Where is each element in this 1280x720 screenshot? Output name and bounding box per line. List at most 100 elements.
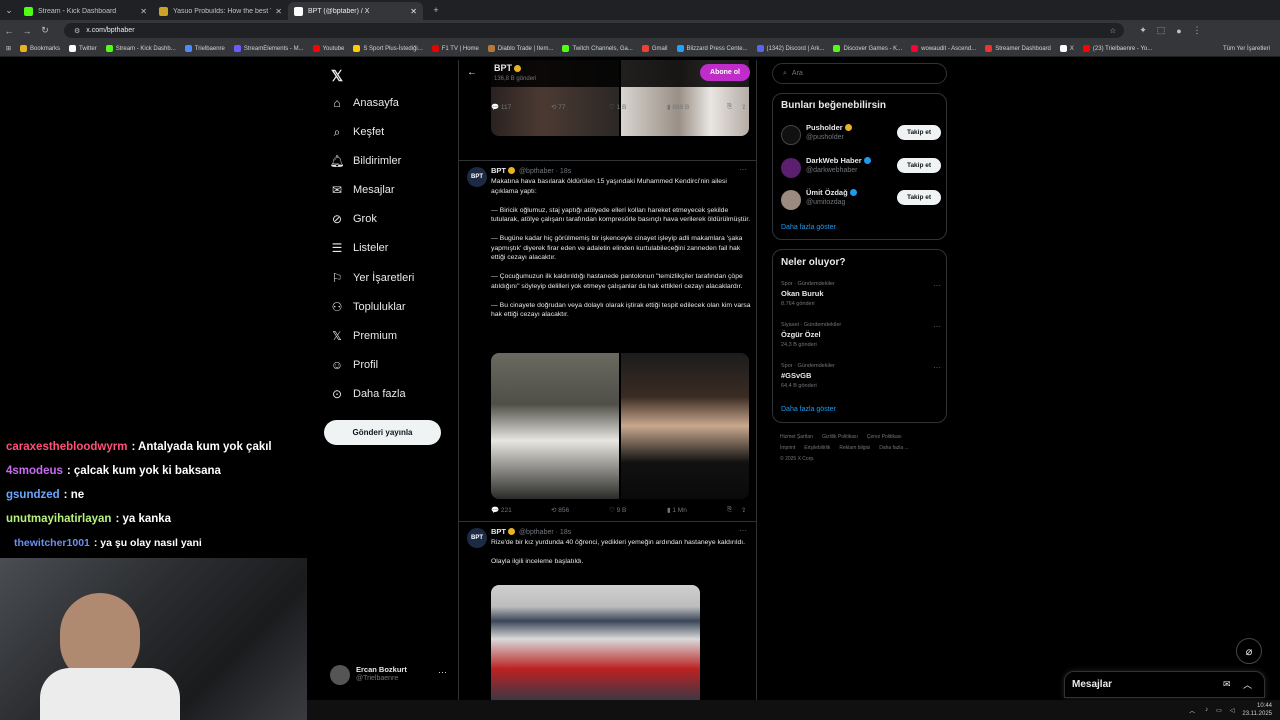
tweet[interactable]: BPT BPT @bpthaber · 18s ··· Makatına hav…	[459, 160, 756, 520]
share-icon[interactable]: ⇪	[741, 506, 746, 514]
nav-item-9[interactable]: ☺ Profil	[330, 358, 378, 372]
trend-item[interactable]: Siyaset · Gündemdekiler Özgür Özel 24,3 …	[781, 322, 941, 348]
tray-chevron-icon[interactable]: ︿	[1189, 706, 1195, 715]
views-action[interactable]: ▮ 899 B	[667, 103, 727, 112]
nav-item-0[interactable]: ⌂ Anasayfa	[330, 96, 399, 110]
timestamp[interactable]: · 18s	[556, 529, 572, 536]
trend-item[interactable]: Spor · Gündemdekiler Okan Buruk 8.764 gö…	[781, 281, 941, 307]
search-input[interactable]: ⌕ Ara	[772, 63, 947, 84]
views-action[interactable]: ▮ 1 Mn	[667, 506, 727, 515]
footer-link[interactable]: Reklam bilgisi	[839, 445, 870, 451]
site-info-icon[interactable]: ⚙	[74, 27, 80, 35]
suggestion-item[interactable]: Pusholder @pusholder Takip et	[781, 122, 941, 150]
show-more-link[interactable]: Daha fazla göster	[781, 224, 836, 231]
bookmark-item[interactable]: (1342) Discord | Ark...	[756, 45, 824, 52]
footer-link[interactable]: İmprint	[780, 445, 795, 451]
bookmark-item[interactable]: Discover Games - K...	[833, 45, 902, 52]
tweet-media[interactable]	[491, 353, 749, 499]
bookmark-item[interactable]: Twitter	[69, 45, 97, 52]
nav-item-6[interactable]: ⚐ Yer İşaretleri	[330, 271, 415, 285]
tweet[interactable]: BPT BPT @bpthaber · 18s ··· Rize'de bir …	[459, 521, 756, 700]
bookmark-item[interactable]: wowaudit - Ascend...	[911, 45, 976, 52]
bookmark-item[interactable]: Youtube	[312, 45, 344, 52]
clock[interactable]: 10:44 23.11.2025	[1242, 702, 1272, 718]
reply-action[interactable]: 💬 117	[491, 103, 551, 112]
tweet-media[interactable]	[491, 585, 700, 700]
follow-button[interactable]: Takip et	[897, 190, 941, 205]
follow-button[interactable]: Takip et	[897, 158, 941, 173]
avatar[interactable]: BPT	[467, 167, 487, 187]
bookmark-item[interactable]: Streamer Dashboard	[985, 45, 1051, 52]
bookmark-item[interactable]: F1 TV | Home	[431, 45, 479, 52]
trend-item[interactable]: Spor · Gündemdekiler #GSvGB 64,4 B gönde…	[781, 363, 941, 389]
footer-link[interactable]: Gizlilik Politikası	[822, 434, 858, 440]
like-action[interactable]: ♡ 9 B	[609, 506, 667, 515]
suggestion-item[interactable]: Ümit Özdağ @umitozdag Takip et	[781, 187, 941, 215]
extensions-puzzle-icon[interactable]: ⬚	[1152, 25, 1170, 36]
microphone-icon[interactable]: ♪	[1205, 707, 1208, 713]
apps-icon[interactable]: ⊞	[6, 45, 11, 52]
footer-link[interactable]: Daha fazla ...	[879, 445, 908, 451]
grok-icon[interactable]: ⌀	[1236, 638, 1262, 664]
more-dots-icon[interactable]: ···	[933, 281, 941, 290]
bookmark-item[interactable]: StreamElements - M...	[233, 45, 304, 52]
show-more-link[interactable]: Daha fazla göster	[781, 406, 836, 413]
timestamp[interactable]: · 18s	[556, 168, 572, 175]
new-tab-icon[interactable]: +	[427, 5, 445, 15]
more-dots-icon[interactable]: ···	[739, 165, 747, 174]
more-dots-icon[interactable]: ···	[933, 322, 941, 331]
reload-icon[interactable]: ↻	[36, 25, 54, 36]
browser-tab-1[interactable]: Yasuo Probuilds: How the best Y ✕	[153, 2, 288, 20]
bookmark-item[interactable]: Bookmarks	[20, 45, 60, 52]
back-icon[interactable]: ←	[0, 26, 18, 36]
close-icon[interactable]: ✕	[275, 7, 282, 16]
nav-item-7[interactable]: ⚇ Topluluklar	[330, 300, 406, 314]
like-action[interactable]: ♡ 1 B	[609, 103, 667, 112]
suggestion-item[interactable]: DarkWeb Haber @darkwebhaber Takip et	[781, 155, 941, 183]
close-icon[interactable]: ✕	[140, 7, 147, 16]
nav-item-8[interactable]: 𝕏 Premium	[330, 329, 397, 343]
bookmark-item[interactable]: Diablo Trade | Item...	[487, 45, 553, 52]
bookmark-icon[interactable]: ⎘	[727, 103, 741, 111]
browser-tab-0[interactable]: Stream - Kick Dashboard ✕	[18, 2, 153, 20]
account-switcher[interactable]: Ercan Bozkurt @Trielbaenre ···	[330, 664, 450, 686]
footer-link[interactable]: © 2025 X Corp.	[780, 456, 815, 462]
share-icon[interactable]: ⇪	[741, 103, 746, 111]
bookmark-item[interactable]: Twitch Channels, Ga...	[562, 45, 633, 52]
star-icon[interactable]: ☆	[1110, 27, 1116, 35]
extension-icon[interactable]: ✦	[1134, 25, 1152, 36]
more-dots-icon[interactable]: ···	[438, 667, 447, 677]
volume-icon[interactable]: ◁	[1230, 707, 1235, 714]
browser-tab-2[interactable]: BPT (@bptaber) / X ✕	[288, 2, 423, 20]
bookmark-item[interactable]: Trielbaenre	[184, 45, 225, 52]
more-dots-icon[interactable]: ···	[933, 363, 941, 372]
footer-link[interactable]: Erişilebilirlik	[804, 445, 830, 451]
author-name[interactable]: BPT	[491, 527, 506, 536]
close-icon[interactable]: ✕	[410, 7, 417, 16]
more-dots-icon[interactable]: ···	[739, 526, 747, 535]
bookmark-item[interactable]: X	[1059, 45, 1074, 52]
retweet-action[interactable]: ⟲ 77	[551, 103, 609, 112]
bookmark-item[interactable]: Blizzard Press Cente...	[676, 45, 748, 52]
back-arrow-icon[interactable]: ←	[467, 67, 477, 78]
post-button[interactable]: Gönderi yayınla	[324, 420, 441, 445]
messages-drawer[interactable]: Mesajlar ✉ ︿	[1064, 671, 1265, 698]
subscribe-button[interactable]: Abone ol	[700, 64, 750, 81]
all-bookmarks[interactable]: Tüm Yer İşaretleri	[1223, 46, 1270, 52]
bookmark-item[interactable]: (23) Trielbaenre - Yo...	[1082, 45, 1152, 52]
retweet-action[interactable]: ⟲ 856	[551, 506, 609, 515]
footer-link[interactable]: Çerez Politikası	[867, 434, 902, 440]
nav-item-1[interactable]: ⌕ Keşfet	[330, 125, 385, 139]
reply-action[interactable]: 💬 221	[491, 506, 551, 515]
x-logo-icon[interactable]: 𝕏	[331, 67, 343, 85]
forward-icon[interactable]: →	[18, 26, 36, 36]
bookmark-item[interactable]: Gmail	[641, 45, 668, 52]
nav-item-5[interactable]: ☰ Listeler	[330, 241, 389, 255]
bookmark-item[interactable]: S Sport Plus-İstediği...	[353, 45, 423, 52]
chevron-up-icon[interactable]: ︿	[1243, 678, 1252, 691]
menu-dots-icon[interactable]: ⋮	[1188, 25, 1206, 36]
profile-icon[interactable]: ●	[1170, 26, 1188, 36]
nav-item-3[interactable]: ✉ Mesajlar	[330, 183, 395, 197]
bookmark-icon[interactable]: ⎘	[727, 506, 741, 514]
url-field[interactable]: ⚙ x.com/bpthaber ☆	[64, 23, 1124, 38]
